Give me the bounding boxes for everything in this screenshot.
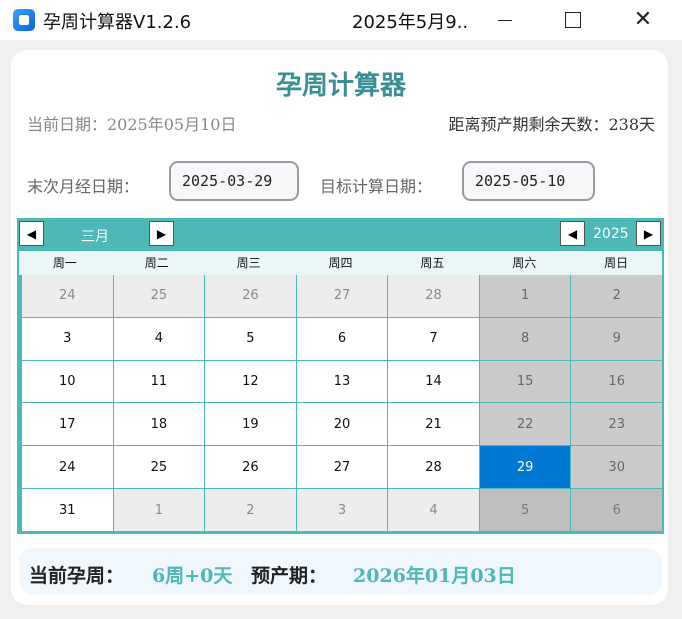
year-label[interactable]: 2025 xyxy=(593,226,629,242)
close-icon: ✕ xyxy=(633,7,653,32)
due-date-value: 2026年01月03日 xyxy=(353,565,516,587)
window-title: 孕周计算器V1.2.6 xyxy=(43,12,192,33)
prev-month-button[interactable]: ◀ xyxy=(19,221,44,246)
calendar-header: ◀ 三月 ▶ ◀ 2025 ▶ xyxy=(17,218,664,251)
maximize-icon xyxy=(565,12,581,28)
calendar-day[interactable]: 1 xyxy=(113,489,205,531)
calendar-day[interactable]: 27 xyxy=(296,446,388,489)
calendar-day[interactable]: 17 xyxy=(22,403,113,446)
minimize-button[interactable] xyxy=(482,0,528,40)
calendar-day[interactable]: 18 xyxy=(113,403,205,446)
weekday-label: 周五 xyxy=(420,256,445,270)
weekday-row: 周一 周二 周三 周四 周五 周六 周日 xyxy=(19,251,662,275)
target-date-label: 目标计算日期： xyxy=(320,177,433,196)
next-month-button[interactable]: ▶ xyxy=(149,221,174,246)
calendar-day[interactable]: 23 xyxy=(571,403,662,446)
calendar-day[interactable]: 3 xyxy=(296,489,388,531)
calendar-day[interactable]: 9 xyxy=(571,317,662,360)
app-icon xyxy=(13,9,35,31)
minimize-icon xyxy=(498,19,512,21)
window-subtitle: 2025年5月9... xyxy=(352,12,470,33)
month-label[interactable]: 三月 xyxy=(81,226,109,246)
calendar-day[interactable]: 26 xyxy=(205,275,296,317)
target-date-input[interactable]: 2025-05-10 xyxy=(462,161,595,201)
calendar-day[interactable]: 31 xyxy=(22,489,113,531)
calendar-day[interactable]: 13 xyxy=(296,360,388,403)
calendar-day[interactable]: 6 xyxy=(296,317,388,360)
calendar-day[interactable]: 10 xyxy=(22,360,113,403)
weekday-label: 周二 xyxy=(144,256,169,270)
weekday-label: 周日 xyxy=(604,256,629,270)
title-bar: 孕周计算器V1.2.6 2025年5月9... ✕ xyxy=(0,0,682,40)
calendar-day[interactable]: 6 xyxy=(571,489,662,531)
calendar-day[interactable]: 28 xyxy=(388,446,479,489)
calendar-day[interactable]: 25 xyxy=(113,275,205,317)
calendar-day[interactable]: 26 xyxy=(205,446,296,489)
calendar-day[interactable]: 2 xyxy=(205,489,296,531)
last-period-input[interactable]: 2025-03-29 xyxy=(169,161,299,201)
calendar-day-selected[interactable]: 29 xyxy=(479,446,571,489)
calendar-day[interactable]: 30 xyxy=(571,446,662,489)
calendar-day[interactable]: 24 xyxy=(22,446,113,489)
calendar-day[interactable]: 20 xyxy=(296,403,388,446)
weekday-label: 周三 xyxy=(236,256,261,270)
calendar-day[interactable]: 28 xyxy=(388,275,479,317)
calendar-day[interactable]: 22 xyxy=(479,403,571,446)
calendar-day[interactable]: 7 xyxy=(388,317,479,360)
calendar-day[interactable]: 3 xyxy=(22,317,113,360)
calendar-day[interactable]: 5 xyxy=(205,317,296,360)
triangle-left-icon: ◀ xyxy=(567,226,578,241)
calendar-day[interactable]: 15 xyxy=(479,360,571,403)
triangle-right-icon: ▶ xyxy=(156,226,167,241)
due-date-label: 预产期： xyxy=(251,565,328,587)
maximize-button[interactable] xyxy=(550,0,596,40)
triangle-left-icon: ◀ xyxy=(26,226,37,241)
weekday-label: 周六 xyxy=(512,256,537,270)
days-remaining: 距离预产期剩余天数：238天 xyxy=(448,115,655,134)
prev-year-button[interactable]: ◀ xyxy=(560,221,585,246)
calendar: ◀ 三月 ▶ ◀ 2025 ▶ 周一 周二 周三 周四 周五 周六 周日 24 … xyxy=(17,218,664,534)
calendar-day[interactable]: 24 xyxy=(22,275,113,317)
weekday-label: 周四 xyxy=(328,256,353,270)
last-period-label: 末次月经日期： xyxy=(27,177,140,196)
calendar-day[interactable]: 8 xyxy=(479,317,571,360)
calendar-day[interactable]: 11 xyxy=(113,360,205,403)
calendar-day[interactable]: 25 xyxy=(113,446,205,489)
calendar-day[interactable]: 5 xyxy=(479,489,571,531)
next-year-button[interactable]: ▶ xyxy=(636,221,661,246)
triangle-right-icon: ▶ xyxy=(643,226,654,241)
calendar-day[interactable]: 14 xyxy=(388,360,479,403)
calendar-grid: 24 25 26 27 28 1 2 3 4 5 6 7 8 9 10 11 1… xyxy=(22,275,662,531)
calendar-day[interactable]: 4 xyxy=(388,489,479,531)
calendar-day[interactable]: 1 xyxy=(479,275,571,317)
calendar-day[interactable]: 21 xyxy=(388,403,479,446)
calendar-day[interactable]: 12 xyxy=(205,360,296,403)
calendar-day[interactable]: 2 xyxy=(571,275,662,317)
close-button[interactable]: ✕ xyxy=(620,0,666,40)
weekday-label: 周一 xyxy=(52,256,77,270)
current-date: 当前日期：2025年05月10日 xyxy=(27,115,237,134)
week-label: 当前孕周： xyxy=(29,565,125,587)
calendar-day[interactable]: 27 xyxy=(296,275,388,317)
calendar-day[interactable]: 4 xyxy=(113,317,205,360)
page-title: 孕周计算器 xyxy=(275,71,406,101)
week-value: 6周+0天 xyxy=(152,565,233,587)
calendar-day[interactable]: 19 xyxy=(205,403,296,446)
calendar-day[interactable]: 16 xyxy=(571,360,662,403)
